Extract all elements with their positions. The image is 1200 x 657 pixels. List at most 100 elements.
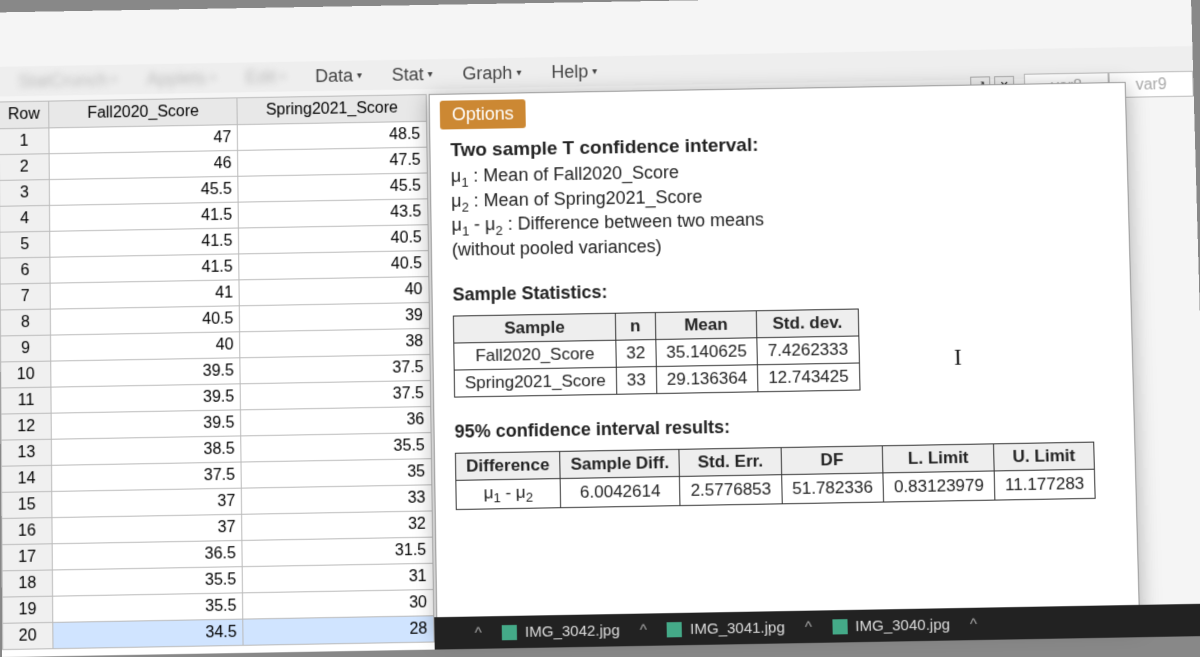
stats-col-header: Mean bbox=[655, 311, 757, 340]
row-number[interactable]: 19 bbox=[2, 596, 52, 623]
row-number[interactable]: 18 bbox=[2, 570, 52, 597]
stats-row: Spring2021_Score3329.13636412.743425 bbox=[454, 363, 859, 397]
spreadsheet[interactable]: Row Fall2020_Score Spring2021_Score 1474… bbox=[0, 94, 435, 657]
column-header-fall2020[interactable]: Fall2020_Score bbox=[49, 98, 238, 128]
column-header-spring2021[interactable]: Spring2021_Score bbox=[237, 95, 426, 125]
image-thumb-icon bbox=[667, 621, 682, 636]
cell[interactable]: 35.5 bbox=[241, 433, 431, 462]
row-number[interactable]: 8 bbox=[0, 309, 50, 336]
stats-cell: 29.136364 bbox=[656, 365, 758, 394]
ci-results-table: DifferenceSample Diff.Std. Err.DFL. Limi… bbox=[455, 441, 1096, 510]
stats-cell: 32 bbox=[616, 339, 656, 367]
cell[interactable]: 38 bbox=[240, 328, 430, 357]
cell[interactable]: 40 bbox=[50, 332, 240, 361]
cell[interactable]: 36 bbox=[241, 407, 431, 436]
menu-help[interactable]: Help▾ bbox=[551, 61, 597, 83]
row-number[interactable]: 7 bbox=[0, 283, 50, 310]
row-number[interactable]: 9 bbox=[1, 335, 51, 362]
cell[interactable]: 41.5 bbox=[50, 228, 239, 257]
cell[interactable]: 48.5 bbox=[238, 121, 427, 150]
cell[interactable]: 41.5 bbox=[50, 254, 239, 283]
cell[interactable]: 39.5 bbox=[51, 358, 241, 387]
row-number[interactable]: 15 bbox=[2, 491, 52, 518]
cell[interactable]: 37.5 bbox=[51, 462, 241, 491]
stats-cell: Fall2020_Score bbox=[454, 340, 616, 370]
ci-col-header: Difference bbox=[455, 451, 560, 480]
cell[interactable]: 35 bbox=[241, 459, 431, 488]
stats-cell: 7.4262333 bbox=[757, 336, 859, 365]
cell[interactable]: 31 bbox=[243, 563, 434, 593]
ci-cell: μ1 - μ2 bbox=[456, 478, 561, 509]
column-header-row[interactable]: Row bbox=[0, 101, 49, 129]
cell[interactable]: 43.5 bbox=[238, 199, 428, 228]
cell[interactable]: 35.5 bbox=[52, 567, 243, 597]
chevron-up-icon[interactable]: ^ bbox=[970, 615, 977, 632]
cell[interactable]: 31.5 bbox=[242, 537, 433, 567]
text-cursor-icon: I bbox=[954, 345, 963, 372]
row-number[interactable]: 11 bbox=[1, 387, 51, 414]
cell[interactable]: 28 bbox=[243, 616, 434, 646]
cell[interactable]: 41 bbox=[50, 280, 240, 309]
cell[interactable]: 35.5 bbox=[53, 593, 244, 623]
cell[interactable]: 45.5 bbox=[49, 176, 238, 205]
chevron-up-icon[interactable]: ^ bbox=[805, 618, 812, 635]
row-number[interactable]: 4 bbox=[0, 205, 50, 232]
cell[interactable]: 34.5 bbox=[53, 619, 244, 649]
cell[interactable]: 33 bbox=[242, 485, 433, 514]
cell[interactable]: 32 bbox=[242, 511, 433, 540]
ci-col-header: Std. Err. bbox=[679, 447, 781, 476]
menu-applets[interactable]: Applets▾ bbox=[147, 68, 216, 90]
cell[interactable]: 37 bbox=[52, 514, 242, 543]
cell[interactable]: 40.5 bbox=[239, 251, 429, 280]
chevron-up-icon[interactable]: ^ bbox=[640, 621, 647, 638]
ci-cell: 11.177283 bbox=[994, 469, 1095, 500]
cell[interactable]: 37.5 bbox=[240, 354, 430, 383]
ci-cell: 51.782336 bbox=[781, 473, 883, 504]
row-number[interactable]: 1 bbox=[0, 128, 49, 155]
row-number[interactable]: 17 bbox=[2, 544, 52, 571]
options-button[interactable]: Options bbox=[440, 99, 526, 129]
row-number[interactable]: 20 bbox=[3, 622, 53, 649]
stats-col-header: Std. dev. bbox=[756, 309, 858, 338]
menu-statcrunch[interactable]: StatCrunch▾ bbox=[18, 69, 117, 92]
taskbar-item[interactable]: IMG_3042.jpg bbox=[502, 622, 620, 641]
cell[interactable]: 39.5 bbox=[51, 410, 241, 439]
cell[interactable]: 45.5 bbox=[238, 173, 427, 202]
row-number[interactable]: 16 bbox=[2, 518, 52, 545]
ci-cell: 6.0042614 bbox=[560, 476, 680, 508]
cell[interactable]: 30 bbox=[243, 590, 434, 620]
row-number[interactable]: 14 bbox=[1, 465, 51, 492]
chevron-up-icon[interactable]: ^ bbox=[475, 624, 482, 641]
row-number[interactable]: 5 bbox=[0, 231, 50, 258]
cell[interactable]: 37.5 bbox=[241, 380, 431, 409]
cell[interactable]: 46 bbox=[49, 150, 238, 179]
taskbar-item[interactable]: IMG_3041.jpg bbox=[667, 619, 785, 638]
menu-data[interactable]: Data▾ bbox=[315, 65, 362, 87]
cell[interactable]: 47.5 bbox=[238, 147, 427, 176]
cell[interactable]: 41.5 bbox=[49, 202, 238, 231]
cell[interactable]: 47 bbox=[49, 125, 238, 154]
row-number[interactable]: 10 bbox=[1, 361, 51, 388]
row-number[interactable]: 2 bbox=[0, 154, 49, 181]
cell[interactable]: 36.5 bbox=[52, 540, 242, 570]
row-number[interactable]: 6 bbox=[0, 257, 50, 284]
ci-col-header: Sample Diff. bbox=[560, 449, 680, 478]
cell[interactable]: 39.5 bbox=[51, 384, 241, 413]
cell[interactable]: 39 bbox=[240, 302, 430, 331]
taskbar-item[interactable]: IMG_3040.jpg bbox=[832, 616, 950, 635]
cell[interactable]: 37 bbox=[52, 488, 242, 517]
row-number[interactable]: 13 bbox=[1, 439, 51, 466]
stats-cell: 12.743425 bbox=[757, 363, 859, 392]
menu-graph[interactable]: Graph▾ bbox=[462, 62, 521, 84]
cell[interactable]: 38.5 bbox=[51, 436, 241, 465]
ci-cell: 0.83123979 bbox=[883, 471, 995, 502]
cell[interactable]: 40 bbox=[239, 277, 429, 306]
cell[interactable]: 40.5 bbox=[239, 225, 429, 254]
row-number[interactable]: 12 bbox=[1, 413, 51, 440]
cell[interactable]: 40.5 bbox=[50, 306, 240, 335]
row-number[interactable]: 3 bbox=[0, 180, 49, 207]
results-panel: Options Two sample T confidence interval… bbox=[429, 82, 1140, 634]
menu-stat[interactable]: Stat▾ bbox=[392, 64, 433, 86]
stats-col-header: n bbox=[615, 312, 655, 340]
menu-edit[interactable]: Edit▾ bbox=[245, 66, 285, 87]
